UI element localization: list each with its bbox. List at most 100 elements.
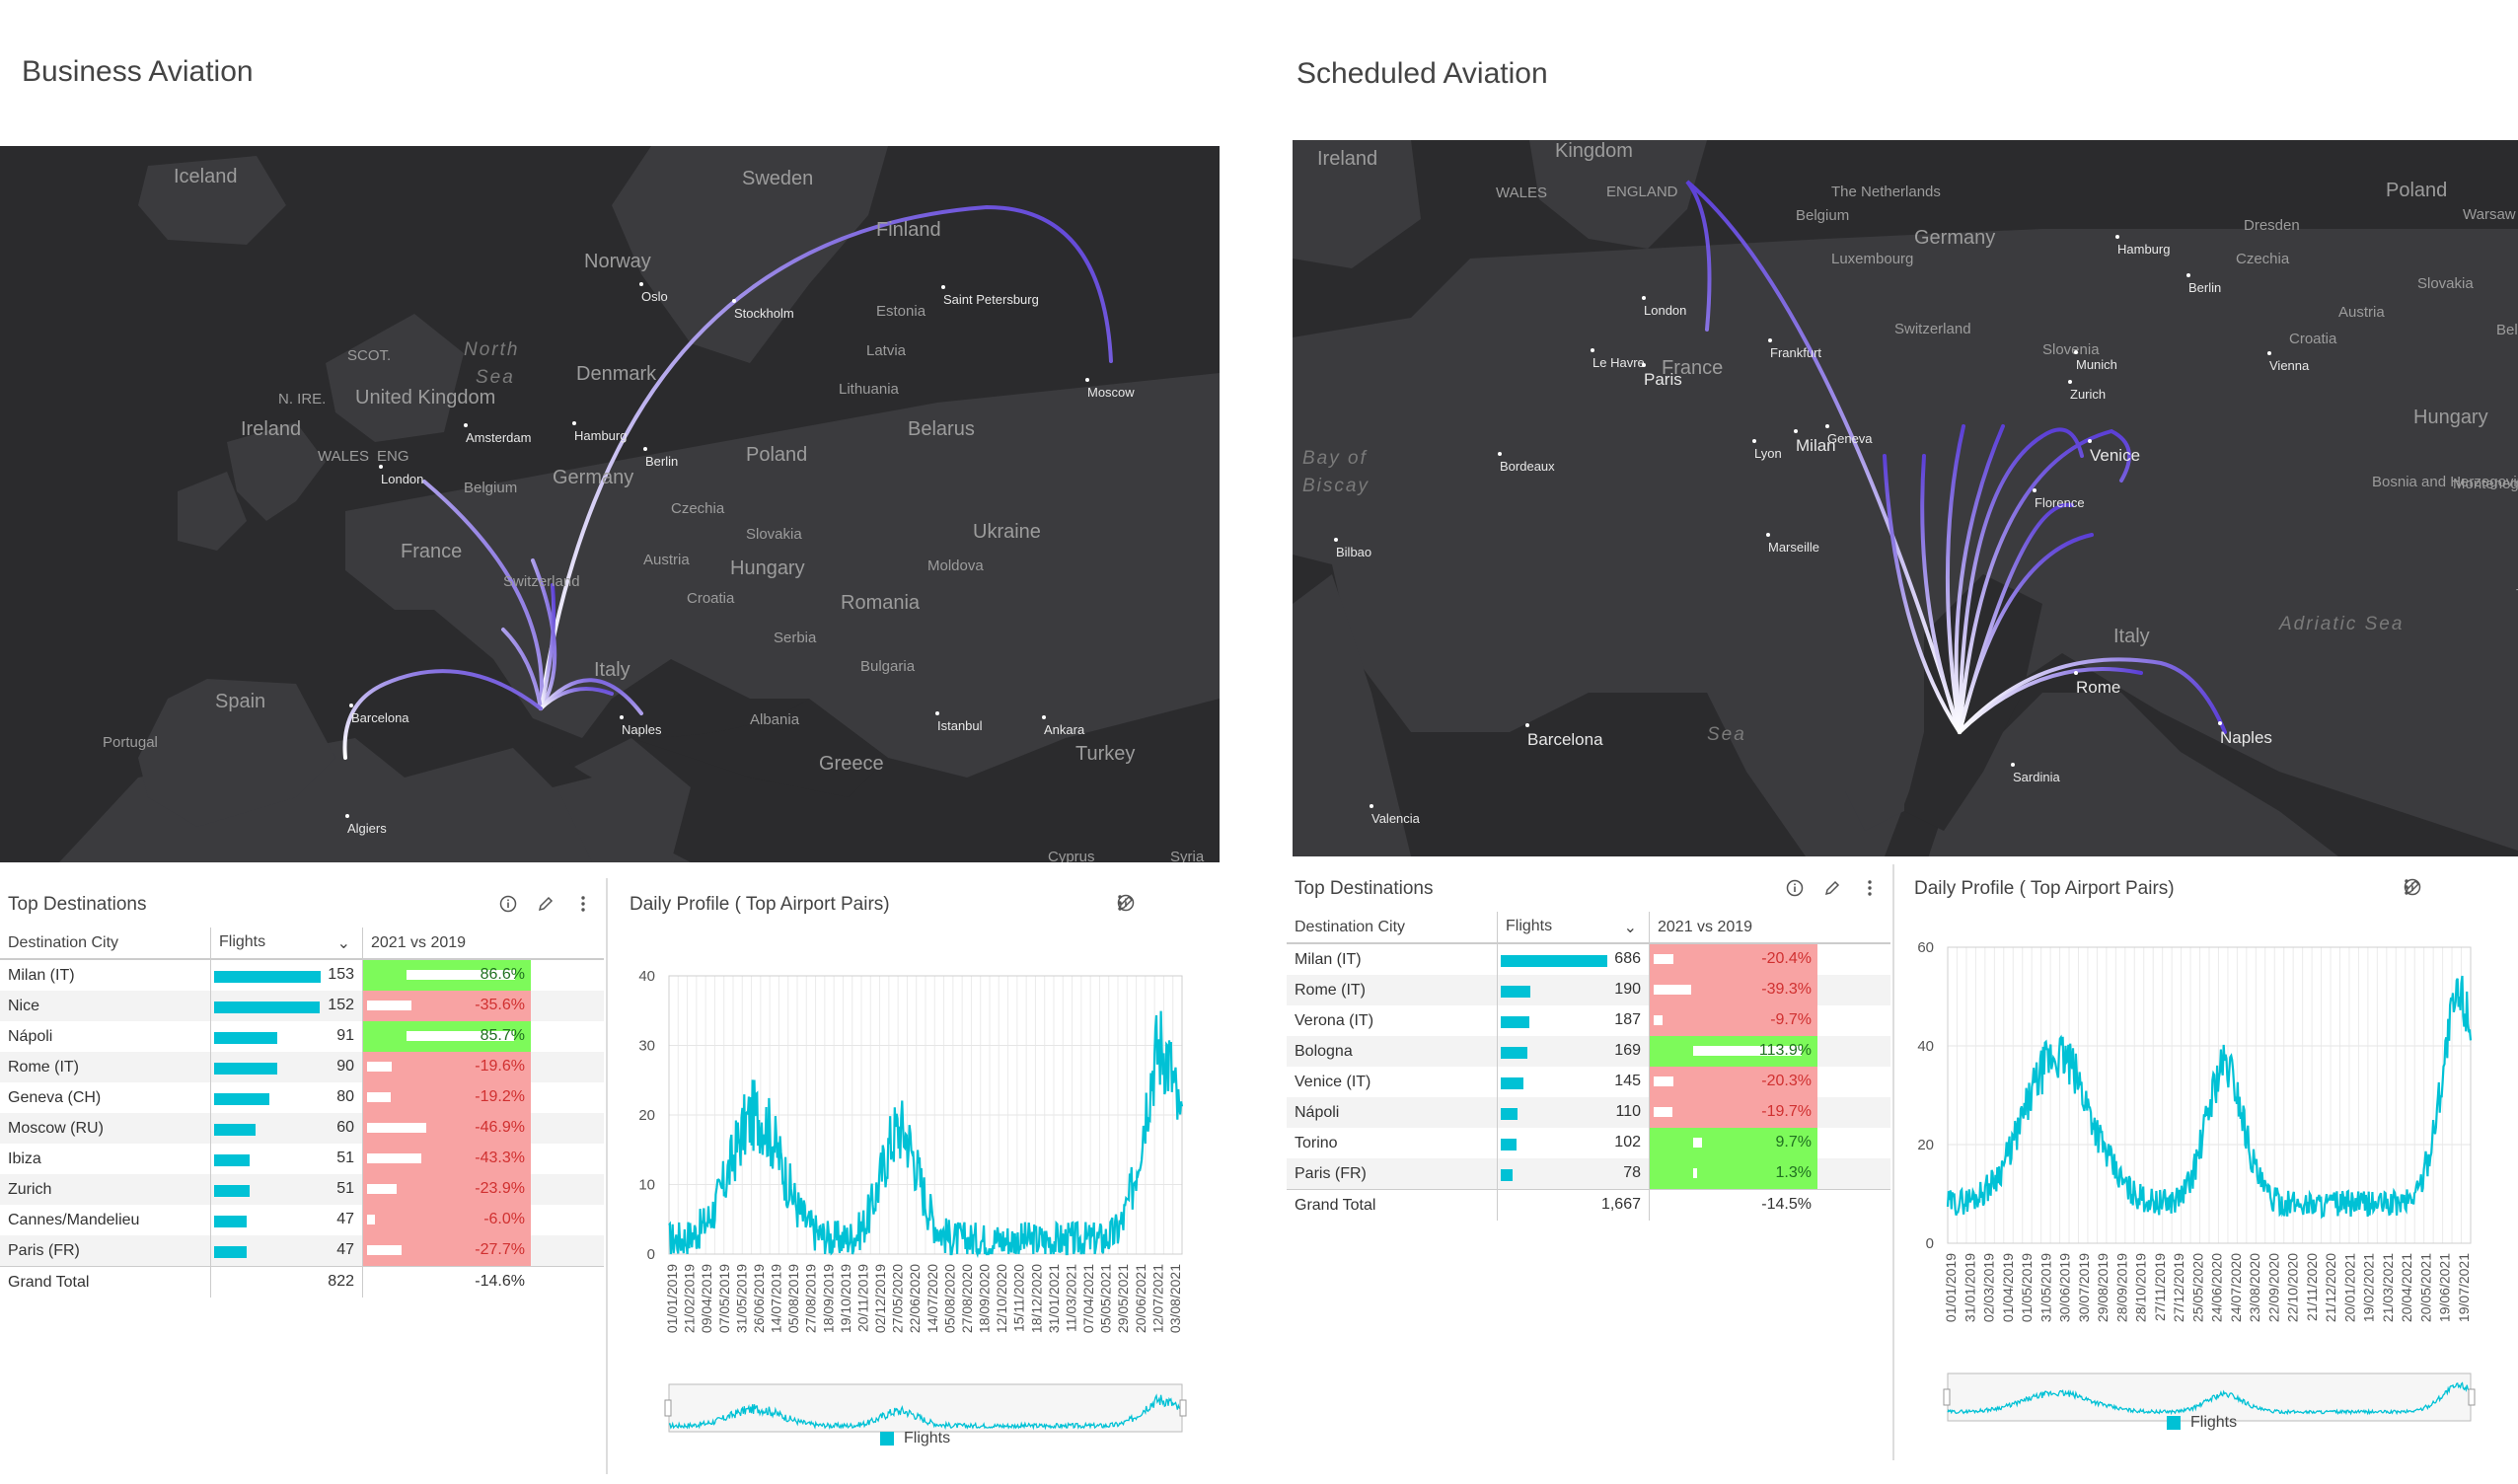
table-row[interactable]: Rome (IT) 190 -39.3% (1287, 975, 1890, 1005)
map-city-marker[interactable]: Algiers (345, 814, 387, 836)
daily-profile-chart[interactable]: 604020001/01/2019 31/01/2019 02/03/2019 01/… (1898, 866, 2506, 1458)
table-row[interactable]: Paris (FR) 78 1.3% (1287, 1158, 1890, 1190)
table-row[interactable]: Paris (FR) 47 -27.7% (0, 1235, 604, 1267)
table-row[interactable]: Milan (IT) 153 86.6% (0, 959, 604, 991)
y-tick-label: 0 (647, 1246, 655, 1263)
variance-bar (1654, 1107, 1672, 1117)
map-region-label: SCOT. (347, 347, 392, 364)
map-city-marker[interactable]: Stockholm (732, 299, 794, 321)
info-icon[interactable] (498, 894, 518, 914)
map-city-marker[interactable]: Frankfurt (1767, 338, 1821, 360)
table-row[interactable]: Cannes/Mandelieu 47 -6.0% (0, 1205, 604, 1235)
scheduled-aviation-title: Scheduled Aviation (1296, 57, 1548, 90)
map-city-marker[interactable]: Venice (2087, 439, 2140, 466)
x-tick-label: 18/09/2019 (820, 1264, 836, 1333)
map-region-label: Estonia (876, 303, 926, 320)
variance-cell: 9.7% (1649, 1128, 1817, 1158)
map-city-marker[interactable]: Hamburg (2114, 235, 2170, 257)
x-tick-label: 29/05/2021 (1115, 1264, 1131, 1333)
map-city-marker[interactable]: Naples (2218, 721, 2272, 748)
x-tick-label: 03/08/2021 (1167, 1264, 1183, 1333)
scheduled-daily-profile-widget: Daily Profile ( Top Airport Pairs) 60 40 2… (1898, 866, 2506, 1458)
col-header-flights[interactable]: Flights ⌄ (1497, 912, 1650, 944)
col-header-variance[interactable]: 2021 vs 2019 (362, 928, 531, 960)
map-city-marker[interactable]: Sardinia (2011, 763, 2060, 784)
map-city-marker[interactable]: Paris (1642, 363, 1682, 390)
map-city-marker[interactable]: Saint Petersburg (941, 285, 1039, 307)
variance-cell: -46.9% (362, 1113, 531, 1144)
table-row[interactable]: Nápoli 91 85.7% (0, 1021, 604, 1052)
map-city-marker[interactable]: Berlin (642, 447, 678, 469)
table-row[interactable]: Nápoli 110 -19.7% (1287, 1097, 1890, 1128)
map-city-marker[interactable]: Oslo (639, 282, 668, 304)
map-city-marker[interactable]: Moscow (1085, 378, 1135, 400)
scheduled-aviation-map[interactable]: Ireland Germany Poland France Hungary Italy Ki… (1293, 140, 2518, 856)
map-city-marker[interactable]: Vienna (2266, 351, 2309, 373)
chart-legend[interactable]: Flights (880, 1430, 950, 1447)
table-row[interactable]: Moscow (RU) 60 -46.9% (0, 1113, 604, 1144)
x-tick-label: 24/07/2020 (2228, 1253, 2244, 1322)
map-city-marker[interactable]: Naples (619, 715, 661, 737)
map-region-label: Luxembourg (1831, 251, 1914, 267)
flights-bar (1501, 1139, 1517, 1150)
map-city-marker[interactable]: Ankara (1041, 715, 1084, 737)
map-city-marker[interactable]: Milan (1794, 429, 1836, 456)
more-options-icon[interactable] (573, 894, 593, 914)
edit-icon[interactable] (1822, 878, 1842, 898)
map-city-marker[interactable]: London (1641, 296, 1686, 318)
business-aviation-map[interactable]: Iceland Sweden Norway Finland Denmark United … (0, 146, 1220, 862)
map-region-label: Ireland (1317, 148, 1378, 170)
col-header-flights[interactable]: Flights ⌄ (210, 928, 363, 960)
flights-cell: 187 (1497, 1005, 1650, 1036)
map-city-marker[interactable]: Berlin (2185, 273, 2221, 295)
map-city-marker[interactable]: Zurich (2067, 380, 2106, 402)
sort-chevron-icon[interactable]: ⌄ (1624, 918, 1637, 937)
map-city-marker[interactable]: Istanbul (935, 711, 983, 733)
variance-bar (1654, 1015, 1663, 1025)
map-city-marker[interactable]: Valencia (1370, 804, 1420, 826)
x-tick-label: 26/06/2019 (751, 1264, 767, 1333)
map-city-marker[interactable]: Marseille (1765, 533, 1819, 555)
table-row[interactable]: Rome (IT) 90 -19.6% (0, 1052, 604, 1082)
table-row[interactable]: Ibiza 51 -43.3% (0, 1144, 604, 1174)
table-row[interactable]: Bologna 169 113.9% (1287, 1036, 1890, 1067)
edit-icon[interactable] (536, 894, 555, 914)
map-city-marker[interactable]: Lyon (1752, 439, 1782, 461)
map-city-marker[interactable]: Bilbao (1333, 538, 1371, 559)
info-icon[interactable] (1785, 878, 1805, 898)
flights-bar (214, 1002, 320, 1013)
flights-cell: 102 (1497, 1128, 1650, 1158)
map-city-marker[interactable]: Bordeaux (1498, 452, 1555, 474)
col-header-destination[interactable]: Destination City (0, 928, 211, 960)
x-tick-label: 25/05/2020 (2189, 1253, 2205, 1322)
range-handle-left (664, 1399, 672, 1417)
map-city-marker[interactable]: Florence (2033, 488, 2085, 510)
col-header-variance[interactable]: 2021 vs 2019 (1649, 912, 1817, 944)
table-row[interactable]: Nice 152 -35.6% (0, 991, 604, 1021)
flights-cell: 78 (1497, 1158, 1650, 1190)
table-row[interactable]: Milan (IT) 686 -20.4% (1287, 943, 1890, 975)
daily-profile-chart[interactable]: 40302010001/01/2019 21/02/2019 09/04/2019 0… (612, 882, 1220, 1474)
map-city-marker[interactable]: Hamburg (571, 421, 627, 443)
more-options-icon[interactable] (1860, 878, 1880, 898)
map-city-marker[interactable]: Rome (2073, 671, 2120, 698)
flights-bar (1501, 955, 1607, 967)
table-row[interactable]: Geneva (CH) 80 -19.2% (0, 1082, 604, 1113)
map-city-marker[interactable]: Barcelona (349, 704, 409, 725)
table-row[interactable]: Torino 102 9.7% (1287, 1128, 1890, 1158)
map-city-marker[interactable]: Barcelona (1525, 723, 1603, 750)
table-row[interactable]: Venice (IT) 145 -20.3% (1287, 1067, 1890, 1097)
table-row[interactable]: Zurich 51 -23.9% (0, 1174, 604, 1205)
col-header-destination[interactable]: Destination City (1287, 912, 1498, 944)
map-city-marker[interactable]: Munich (2074, 350, 2117, 372)
variance-bar (367, 1184, 397, 1194)
table-row[interactable]: Verona (IT) 187 -9.7% (1287, 1005, 1890, 1036)
map-city-marker[interactable]: London (378, 465, 423, 486)
map-city-marker[interactable]: Le Havre (1591, 348, 1645, 370)
top-destinations-title: Top Destinations (1295, 878, 1434, 899)
variance-bar (1654, 985, 1691, 995)
map-city-marker[interactable]: Amsterdam (463, 423, 531, 445)
map-region-label: The Netherlands (1831, 184, 1941, 200)
chart-legend[interactable]: Flights (2167, 1414, 2237, 1432)
sort-chevron-icon[interactable]: ⌄ (337, 933, 350, 953)
